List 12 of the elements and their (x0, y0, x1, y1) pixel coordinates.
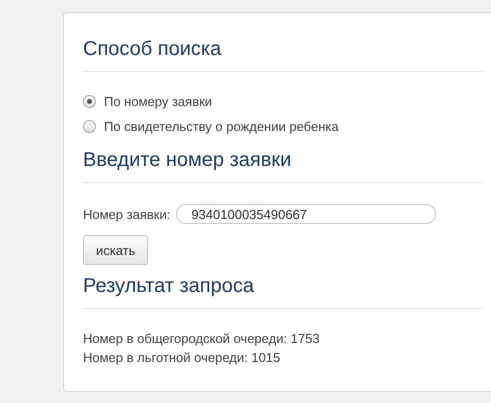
radio-button[interactable] (83, 120, 96, 133)
search-button[interactable]: искать (83, 235, 148, 265)
result-text: Номер в общегородской очереди: 1753 (83, 330, 321, 347)
radio-label[interactable]: По номеру заявки (104, 93, 212, 110)
section-heading: Результат запроса (83, 274, 256, 298)
result-text: Номер в льготной очереди: 1015 (83, 349, 282, 366)
radio-label[interactable]: По свидетельству о рождении ребенка (104, 118, 339, 135)
number-field[interactable]: 9340100035490667 (176, 204, 436, 224)
section-heading: Введите номер заявки (83, 148, 292, 172)
radio-button[interactable] (83, 95, 96, 108)
section-heading: Способ поиска (83, 37, 222, 61)
field-label: Номер заявки: (83, 206, 170, 222)
